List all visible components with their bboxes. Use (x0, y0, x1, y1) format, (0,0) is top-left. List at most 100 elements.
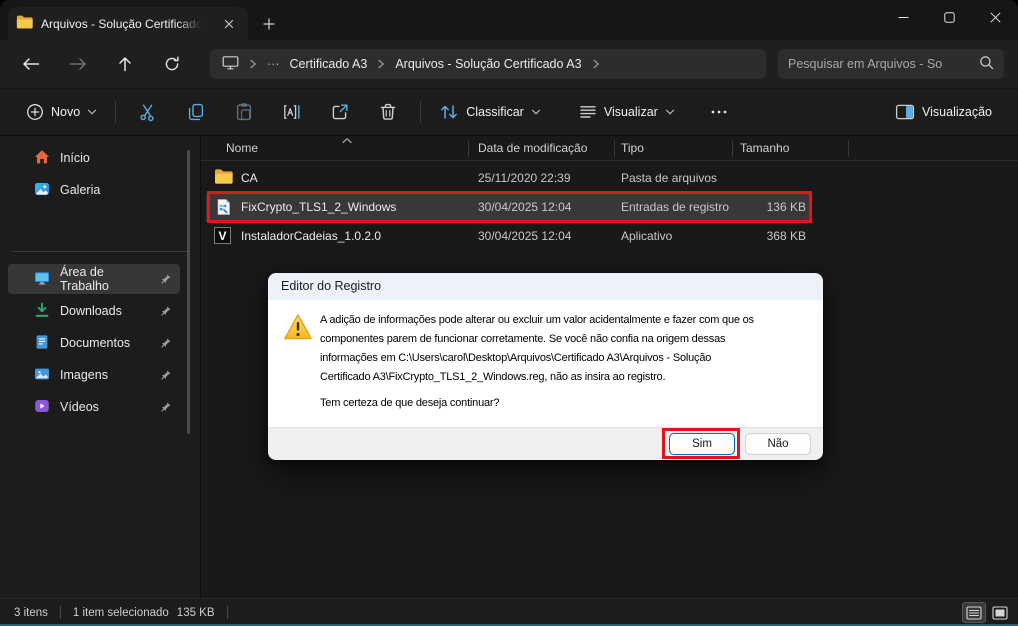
desktop-icon (34, 270, 50, 289)
sidebar-item-galeria[interactable]: Galeria (8, 175, 180, 205)
pin-icon (160, 305, 172, 317)
command-bar: Novo Classificar Visualizar (0, 88, 1018, 136)
toolbar-divider (115, 101, 116, 123)
pictures-icon (34, 366, 50, 385)
maximize-button[interactable] (926, 0, 972, 35)
cut-button[interactable] (124, 95, 172, 129)
preview-pane-button[interactable]: Visualização (885, 95, 1002, 129)
rename-button[interactable] (268, 95, 316, 129)
no-button[interactable]: Não (745, 433, 811, 455)
search-icon[interactable] (979, 55, 994, 73)
close-button[interactable] (972, 0, 1018, 35)
registry-file-icon (214, 198, 232, 219)
sort-ascending-indicator (341, 133, 353, 147)
breadcrumb: ··· Certificado A3 Arquivos - Solução Ce… (210, 49, 766, 79)
details-view-icon (966, 606, 982, 620)
thumbnail-view-toggle[interactable] (988, 602, 1012, 623)
breadcrumb-overflow-button[interactable]: ··· (267, 57, 280, 71)
explorer-tab[interactable]: Arquivos - Solução Certificado A3 (8, 7, 248, 40)
sidebar-item-label: Documentos (60, 336, 130, 350)
dialog-body: A adição de informações pode alterar ou … (268, 300, 823, 427)
dialog-message: A adição de informações pode alterar ou … (320, 311, 754, 387)
documents-icon (34, 334, 50, 353)
column-divider[interactable] (614, 140, 615, 157)
warning-icon (283, 312, 313, 345)
status-bar: 3 itens 1 item selecionado 135 KB (0, 598, 1018, 626)
view-lines-icon (579, 104, 597, 120)
chevron-down-icon (531, 108, 541, 116)
share-button[interactable] (316, 95, 364, 129)
new-button-label: Novo (51, 105, 80, 119)
copy-button[interactable] (172, 95, 220, 129)
file-date: 30/04/2025 12:04 (478, 229, 571, 243)
sidebar-item-area-de-trabalho[interactable]: Área de Trabalho (8, 264, 180, 294)
toolbar-divider (420, 101, 421, 123)
file-date: 25/11/2020 22:39 (478, 171, 571, 185)
dialog-message-line: Certificado A3\FixCrypto_TLS1_2_Windows.… (320, 368, 754, 387)
new-tab-button[interactable] (258, 13, 280, 35)
up-button[interactable] (108, 48, 142, 80)
file-rows: CA 25/11/2020 22:39 Pasta de arquivos Fi… (201, 164, 1018, 251)
minimize-button[interactable] (880, 0, 926, 35)
dialog-message-line: componentes parem de funcionar corretame… (320, 330, 754, 349)
refresh-icon (164, 56, 180, 72)
pin-icon (160, 337, 172, 349)
plus-icon (263, 18, 275, 30)
file-name: CA (241, 171, 258, 185)
breadcrumb-item-current[interactable]: Arquivos - Solução Certificado A3 (395, 57, 581, 71)
dialog-message-line: A adição de informações pode alterar ou … (320, 311, 754, 330)
column-divider[interactable] (848, 140, 849, 157)
rename-icon (282, 102, 302, 122)
yes-button[interactable]: Sim (669, 433, 735, 455)
chevron-down-icon (87, 108, 97, 116)
column-header-nome[interactable]: Nome (226, 141, 258, 155)
home-icon (34, 149, 50, 168)
sidebar-item-videos[interactable]: Vídeos (8, 392, 180, 422)
forward-button[interactable] (61, 48, 95, 80)
close-icon (990, 12, 1001, 23)
tab-close-button[interactable] (218, 13, 240, 35)
delete-button[interactable] (364, 95, 412, 129)
dialog-footer: Sim Não (268, 427, 823, 460)
sidebar-item-label: Downloads (60, 304, 122, 318)
this-pc-icon[interactable] (222, 55, 239, 73)
dialog-message-line: informações em C:\Users\carol\Desktop\Ar… (320, 349, 754, 368)
sidebar-item-imagens[interactable]: Imagens (8, 360, 180, 390)
file-explorer-window: Arquivos - Solução Certificado A3 (0, 0, 1018, 626)
file-size: 368 KB (732, 229, 806, 243)
refresh-button[interactable] (155, 48, 189, 80)
new-button[interactable]: Novo (16, 95, 107, 129)
sidebar-item-documentos[interactable]: Documentos (8, 328, 180, 358)
window-controls (880, 0, 1018, 35)
file-row-instaladorcadeias[interactable]: V InstaladorCadeias_1.0.2.0 30/04/2025 1… (201, 222, 1018, 251)
back-button[interactable] (14, 48, 48, 80)
sidebar-scrollbar[interactable] (187, 150, 190, 434)
view-button[interactable]: Visualizar (569, 95, 685, 129)
column-header-tipo[interactable]: Tipo (621, 141, 644, 155)
column-divider[interactable] (468, 140, 469, 157)
file-type: Aplicativo (621, 229, 672, 243)
copy-icon (186, 102, 206, 122)
column-header-tamanho[interactable]: Tamanho (740, 141, 789, 155)
folder-icon (214, 169, 233, 187)
file-date: 30/04/2025 12:04 (478, 200, 571, 214)
videos-icon (34, 398, 50, 417)
preview-pane-icon (895, 103, 915, 121)
sidebar-item-inicio[interactable]: Início (8, 143, 180, 173)
search-input[interactable] (788, 57, 979, 71)
file-type: Pasta de arquivos (621, 171, 717, 185)
dialog-question: Tem certeza de que deseja continuar? (320, 397, 499, 409)
sort-button[interactable]: Classificar (429, 95, 551, 129)
file-row-fixcrypto[interactable]: FixCrypto_TLS1_2_Windows 30/04/2025 12:0… (201, 193, 1018, 222)
paste-button[interactable] (220, 95, 268, 129)
column-header-data[interactable]: Data de modificação (478, 141, 587, 155)
plus-circle-icon (26, 103, 44, 121)
sidebar-item-downloads[interactable]: Downloads (8, 296, 180, 326)
details-view-toggle[interactable] (962, 602, 986, 623)
file-row-ca[interactable]: CA 25/11/2020 22:39 Pasta de arquivos (201, 164, 1018, 193)
more-options-button[interactable] (695, 95, 743, 129)
breadcrumb-item[interactable]: Certificado A3 (290, 57, 368, 71)
column-divider[interactable] (732, 140, 733, 157)
file-name: InstaladorCadeias_1.0.2.0 (241, 229, 381, 243)
sidebar-item-label: Galeria (60, 183, 100, 197)
